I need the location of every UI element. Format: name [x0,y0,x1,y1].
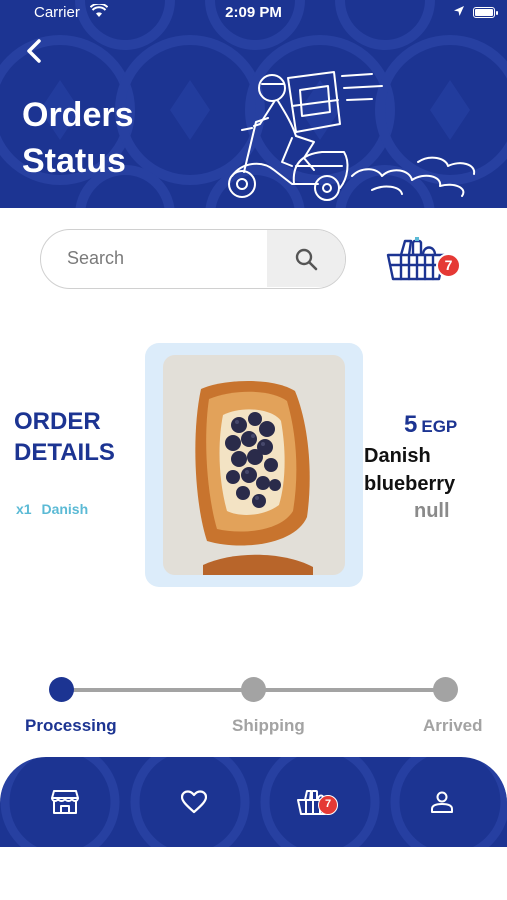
order-item-summary: x1 Danish [16,501,88,517]
page-title: Orders Status [22,92,222,184]
cart-button[interactable]: 7 [385,233,465,285]
step-shipping-dot [241,677,266,702]
order-details-heading-line1: ORDER [14,408,101,435]
price-value: 5 [404,411,418,438]
page-title-line1: Orders [22,96,134,134]
delivery-scooter-illustration [228,71,476,201]
product-name-line2: blueberry [364,473,456,495]
status-time: 2:09 PM [225,4,282,21]
page-title-line2: Status [22,142,126,180]
product-card[interactable] [145,343,363,587]
product-price: 5 EGP [404,411,457,439]
order-details-heading-line2: DETAILS [14,439,115,466]
order-details-heading: ORDER DETAILS [14,406,144,468]
nav-cart-count-badge: 7 [318,795,338,815]
step-arrived-label: Arrived [423,716,483,735]
location-arrow-icon [454,6,464,16]
store-icon [51,790,79,814]
search-icon [295,248,318,270]
nav-favorites[interactable] [144,757,244,847]
product-name-line1: Danish [364,445,431,467]
search-input[interactable] [41,230,267,287]
step-arrived-dot [433,677,458,702]
search-button[interactable] [267,230,345,287]
price-currency: EGP [421,417,458,436]
nav-profile[interactable] [392,757,492,847]
nav-cart[interactable] [263,757,363,847]
cart-count-badge: 7 [436,253,461,278]
product-image [163,355,345,575]
back-button[interactable] [20,36,50,66]
order-item-quantity: x1 [16,501,32,517]
user-icon [431,791,453,813]
product-subtitle: null [414,500,450,522]
heart-icon [181,790,207,814]
step-processing-dot [49,677,74,702]
order-item-name: Danish [41,501,89,517]
bottom-navigation: 7 [0,757,507,847]
step-processing-label: Processing [25,716,117,735]
step-shipping-label: Shipping [232,716,305,735]
nav-store[interactable] [15,757,115,847]
status-bar: Carrier 2:09 PM [0,0,507,28]
battery-icon [473,7,498,18]
search-bar [40,229,346,289]
header-banner: Carrier 2:09 PM Orders Status [0,0,507,208]
product-name: Danish blueberry [364,442,504,498]
